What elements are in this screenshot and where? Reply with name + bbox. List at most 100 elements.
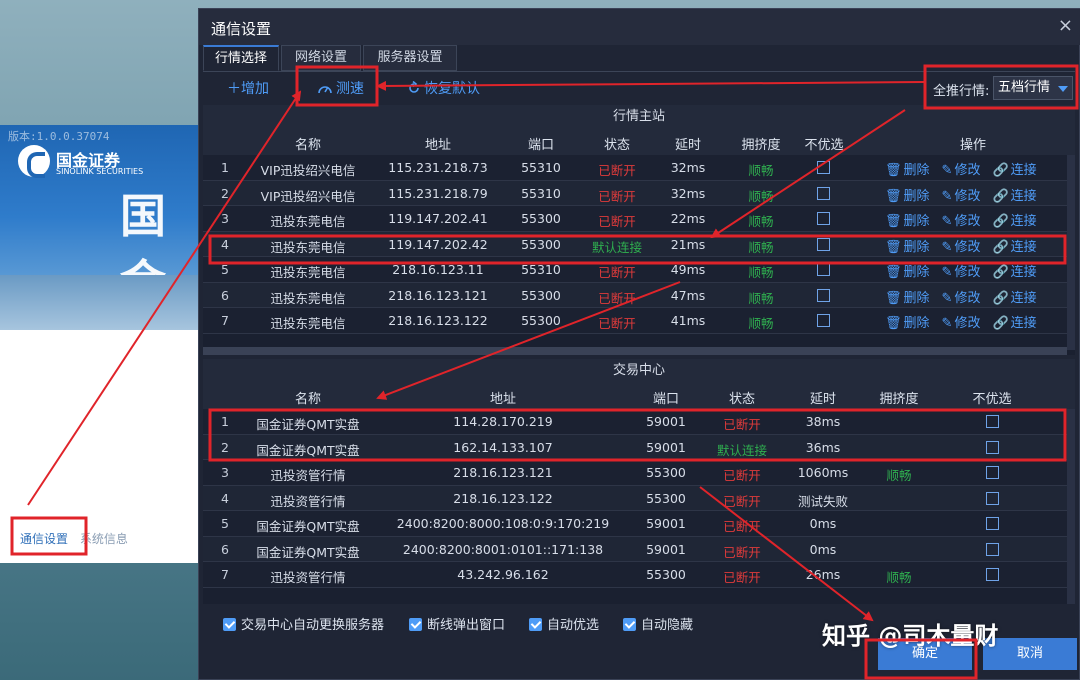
table-row[interactable]: 1 国金证券QMT实盘 114.28.170.219 59001 已断开 38ms [203, 409, 1075, 435]
cell-port: 59001 [646, 439, 686, 455]
push-market-label: 全推行情: [933, 84, 990, 99]
operation-label: 修改 [954, 188, 981, 204]
add-button[interactable]: ＋增加 [227, 78, 269, 100]
restore-default-button[interactable]: 恢复默认 [407, 78, 480, 100]
edit-icon: ✎ [941, 239, 953, 255]
connect-button[interactable]: 🔗 连接 [992, 265, 1036, 280]
edit-button[interactable]: ✎ 修改 [942, 163, 981, 178]
option-label: 断线弹出窗口 [427, 618, 506, 633]
no-prefer-checkbox[interactable] [817, 237, 830, 251]
checkbox-checked-icon [409, 618, 422, 631]
table-row[interactable]: 6 国金证券QMT实盘 2400:8200:8001:0101::171:138 59… [203, 536, 1075, 562]
cell-delay: 38ms [805, 414, 841, 429]
cell-port: 59001 [646, 541, 686, 557]
connect-button[interactable]: 🔗 连接 [992, 189, 1036, 204]
table-row[interactable]: 4 迅投资管行情 218.16.123.122 55300 已断开 测试失败 [203, 485, 1075, 511]
table-row[interactable]: 3 迅投东莞电信 119.147.202.41 55300 已断开 22ms 顺畅 🗑 删除 ✎ 修… [203, 206, 1075, 232]
option-auto-switch-server[interactable]: 交易中心自动更换服务器 [223, 614, 384, 633]
edit-button[interactable]: ✎ 修改 [942, 189, 981, 204]
table-row[interactable]: 6 迅投东莞电信 218.16.123.121 55300 已断开 47ms 顺畅 🗑 删除 ✎ 修… [203, 282, 1075, 308]
trade-vertical-scrollbar[interactable] [1067, 409, 1075, 604]
no-prefer-checkbox[interactable] [817, 314, 830, 327]
connect-button[interactable]: 🔗 连接 [992, 291, 1036, 306]
system-info-link[interactable]: 系统信息 [80, 532, 128, 546]
option-popup-on-disconnect[interactable]: 断线弹出窗口 [409, 614, 505, 633]
no-prefer-checkbox[interactable] [817, 161, 830, 174]
no-prefer-checkbox[interactable] [986, 568, 999, 581]
cell-addr: 218.16.123.122 [453, 490, 553, 506]
no-prefer-checkbox[interactable] [986, 415, 999, 428]
delete-button[interactable]: 🗑 删除 [885, 163, 930, 178]
cell-crowd: 顺畅 [748, 290, 774, 306]
cell-no: 1 [221, 160, 229, 175]
table-row[interactable]: 2 国金证券QMT实盘 162.14.133.107 59001 默认连接 36ms [203, 434, 1075, 460]
table-row[interactable]: 1 VIP迅投绍兴电信 115.231.218.73 55310 已断开 32ms 顺畅 🗑 删… [203, 155, 1075, 181]
delete-button[interactable]: 🗑 删除 [885, 189, 930, 204]
option-auto-hide[interactable]: 自动隐藏 [623, 614, 693, 633]
delete-button[interactable]: 🗑 删除 [885, 214, 930, 229]
cell-delay: 22ms [670, 211, 706, 226]
no-prefer-checkbox[interactable] [986, 491, 999, 505]
no-prefer-checkbox[interactable] [986, 440, 999, 454]
edit-button[interactable]: ✎ 修改 [942, 265, 981, 280]
connect-button[interactable]: 🔗 连接 [992, 316, 1036, 331]
no-prefer-checkbox[interactable] [986, 542, 999, 556]
market-vertical-scrollbar[interactable] [1067, 155, 1075, 350]
link-icon: 🔗 [992, 188, 1009, 204]
connect-button[interactable]: 🔗 连接 [992, 240, 1036, 255]
no-prefer-checkbox[interactable] [986, 517, 999, 530]
table-row[interactable]: 7 迅投东莞电信 218.16.123.122 55300 已断开 41ms 顺畅 🗑 删除 ✎ 修… [203, 308, 1075, 334]
push-market-select[interactable]: 五档行情 [993, 76, 1073, 100]
cell-crowd: 顺畅 [886, 570, 912, 585]
table-row[interactable]: 4 迅投东莞电信 119.147.202.42 55300 默认连接 21ms 顺畅 🗑 删除 ✎… [203, 231, 1075, 257]
delete-button[interactable]: 🗑 删除 [885, 265, 930, 280]
market-horizontal-scrollbar[interactable] [203, 347, 1067, 355]
cell-delay: 21ms [670, 236, 706, 252]
col-delay: 延时 [674, 138, 701, 153]
operation-label: 修改 [954, 214, 981, 229]
table-row[interactable]: 7 迅投资管行情 43.242.96.162 55300 已断开 26ms 顺畅 [203, 562, 1075, 588]
cell-no: 4 [221, 236, 229, 252]
speed-test-button[interactable]: 测速 [317, 78, 364, 100]
delete-button[interactable]: 🗑 删除 [885, 291, 930, 306]
operation-label: 修改 [954, 239, 981, 255]
close-icon[interactable]: × [1058, 15, 1073, 36]
delete-button[interactable]: 🗑 删除 [885, 240, 930, 255]
row-operations: 🗑 删除 ✎ 修改 🔗 连接 [885, 210, 1049, 229]
edit-button[interactable]: ✎ 修改 [942, 316, 981, 331]
no-prefer-checkbox[interactable] [986, 466, 999, 479]
delete-button[interactable]: 🗑 删除 [885, 316, 930, 331]
edit-button[interactable]: ✎ 修改 [942, 214, 981, 229]
tab-server-settings[interactable]: 服务器设置 [363, 45, 457, 71]
cell-no: 5 [221, 516, 229, 531]
trash-icon: 🗑 [885, 188, 902, 204]
table-row[interactable]: 5 迅投东莞电信 218.16.123.11 55310 已断开 49ms 顺畅 🗑 删除 ✎ 修改… [203, 257, 1075, 283]
no-prefer-checkbox[interactable] [817, 212, 830, 225]
edit-button[interactable]: ✎ 修改 [942, 291, 981, 306]
no-prefer-checkbox[interactable] [817, 288, 830, 302]
link-icon: 🔗 [992, 316, 1009, 331]
no-prefer-checkbox[interactable] [817, 263, 830, 276]
connect-button[interactable]: 🔗 连接 [992, 163, 1036, 178]
table-row[interactable]: 2 VIP迅投绍兴电信 115.231.218.79 55310 已断开 32ms 顺畅 🗑 删… [203, 180, 1075, 206]
connect-button[interactable]: 🔗 连接 [992, 214, 1036, 229]
trash-icon: 🗑 [885, 163, 902, 178]
option-auto-prefer[interactable]: 自动优选 [529, 614, 599, 633]
cell-delay: 32ms [670, 185, 706, 201]
table-row[interactable]: 3 迅投资管行情 218.16.123.121 55300 已断开 1060ms 顺畅 [203, 460, 1075, 486]
cell-name: 国金证券QMT实盘 [256, 519, 360, 534]
cell-name: 国金证券QMT实盘 [256, 442, 360, 458]
tab-market-select[interactable]: 行情选择 [203, 45, 279, 71]
cell-crowd: 顺畅 [748, 163, 774, 178]
cell-status: 已断开 [598, 214, 636, 229]
col-name: 名称 [294, 138, 321, 153]
table-row[interactable]: 5 国金证券QMT实盘 2400:8200:8000:108:0:9:170:219… [203, 511, 1075, 537]
tab-network-settings[interactable]: 网络设置 [281, 45, 361, 71]
cell-name: 迅投东莞电信 [270, 214, 346, 229]
comm-settings-link[interactable]: 通信设置 [20, 532, 68, 546]
edit-button[interactable]: ✎ 修改 [942, 240, 981, 255]
no-prefer-checkbox[interactable] [817, 186, 830, 200]
col-address: 地址 [489, 392, 516, 407]
cell-status: 已断开 [598, 316, 636, 331]
cell-addr: 218.16.123.121 [453, 465, 553, 480]
